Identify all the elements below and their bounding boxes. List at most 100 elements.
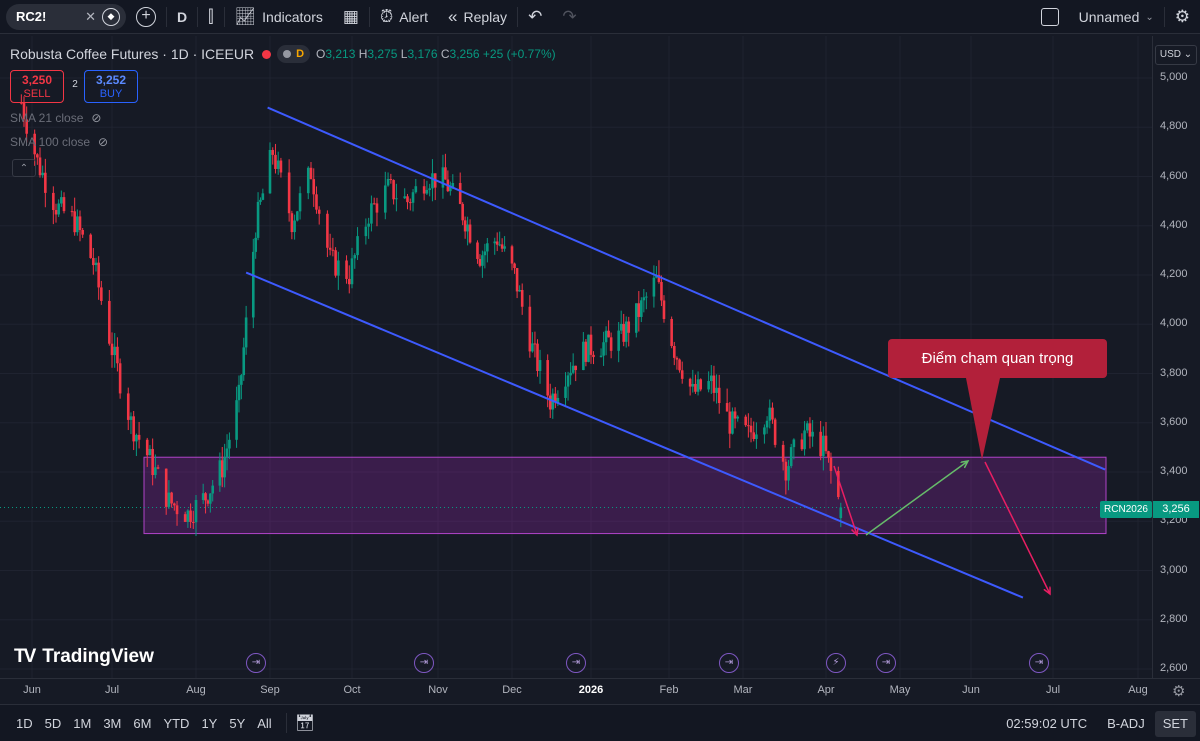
dividend-event-icon[interactable]: ⇥: [1029, 653, 1049, 673]
gem-icon[interactable]: ◆: [102, 7, 120, 26]
candle-body: [290, 213, 294, 233]
calendar-icon[interactable]: 📅︎: [295, 713, 315, 733]
range-button[interactable]: YTD: [157, 716, 195, 731]
candle-body: [518, 290, 521, 292]
candle-body: [503, 246, 506, 249]
candle-body: [312, 179, 316, 195]
range-button[interactable]: 5D: [39, 716, 68, 731]
range-button[interactable]: 1Y: [195, 716, 223, 731]
candle-body: [645, 296, 648, 298]
adjustment-toggle[interactable]: B-ADJ: [1097, 716, 1155, 731]
collapse-legend-button[interactable]: ⌃: [12, 159, 36, 177]
range-button[interactable]: All: [251, 716, 277, 731]
candle-body: [717, 387, 721, 404]
candle-body: [675, 357, 679, 360]
settlement-toggle[interactable]: SET: [1154, 710, 1196, 737]
candle-body: [712, 375, 716, 393]
clock-display[interactable]: 02:59:02 UTC: [996, 716, 1097, 731]
time-tick: Jun: [23, 684, 41, 696]
dividend-event-icon[interactable]: ⇥: [414, 653, 434, 673]
candle-body: [170, 492, 173, 504]
candle-body: [36, 154, 39, 158]
price-tick: 5,000: [1160, 71, 1188, 83]
buy-price: 3,252: [95, 73, 127, 87]
dividend-event-icon[interactable]: ⇥: [566, 653, 586, 673]
indicators-label: Indicators: [262, 8, 323, 25]
quick-search-button[interactable]: ⚙: [1165, 0, 1200, 34]
time-tick: Aug: [186, 684, 206, 696]
candle-body: [640, 300, 643, 317]
candle-body: [755, 434, 758, 439]
alarm-clock-icon: ⏰︎: [379, 6, 394, 26]
replay-button[interactable]: « Replay: [438, 0, 517, 34]
price-axis[interactable]: [1152, 36, 1200, 678]
candle-body: [364, 226, 368, 237]
ohlc-high: 3,275: [367, 47, 398, 61]
candle-body: [92, 258, 95, 266]
candle-body: [126, 393, 130, 420]
chevron-down-icon: ⌄: [1145, 11, 1154, 23]
candle-body: [240, 375, 243, 385]
candle-body: [571, 365, 575, 373]
candle-body: [370, 203, 373, 224]
candle-body: [839, 507, 843, 519]
candle-body: [642, 297, 646, 301]
eye-crossed-icon[interactable]: ⊘: [91, 111, 101, 125]
indicator-sma100[interactable]: SMA 100 close ⊘: [10, 135, 108, 149]
range-button[interactable]: 1M: [67, 716, 97, 731]
callout-note[interactable]: Điểm chạm quan trọng: [888, 339, 1107, 378]
candle-body: [186, 510, 190, 522]
sell-button[interactable]: 3,250 SELL: [10, 70, 64, 103]
candle-body: [293, 220, 296, 233]
candle-body: [89, 234, 92, 259]
time-tick: Mar: [733, 684, 753, 696]
dividend-event-icon[interactable]: ⇥: [719, 653, 739, 673]
currency-button[interactable]: USD ⌄: [1155, 45, 1197, 65]
range-button[interactable]: 6M: [127, 716, 157, 731]
candle-body: [353, 255, 357, 259]
range-button[interactable]: 5Y: [223, 716, 251, 731]
candle-body: [660, 281, 663, 301]
zone-rect: [143, 456, 1107, 535]
compare-button[interactable]: +: [126, 0, 166, 34]
clear-icon[interactable]: ✕: [85, 9, 96, 25]
eye-crossed-icon[interactable]: ⊘: [98, 135, 108, 149]
candle-body: [731, 411, 734, 434]
dividend-event-icon[interactable]: ⇥: [876, 653, 896, 673]
lightning-event-icon[interactable]: ⚡: [826, 653, 846, 673]
redo-button[interactable]: ↷: [552, 0, 586, 34]
candle-body: [201, 493, 205, 501]
chart-type-button[interactable]: ⫿: [198, 0, 223, 34]
candle-body: [334, 250, 337, 276]
candle-body: [624, 321, 628, 342]
time-tick: Feb: [659, 684, 679, 696]
range-button[interactable]: 3M: [97, 716, 127, 731]
candle-body: [395, 198, 398, 200]
templates-button[interactable]: ▦: [333, 0, 369, 34]
candle-body: [493, 241, 497, 244]
undo-button[interactable]: ↶: [518, 0, 552, 34]
gear-icon[interactable]: ⚙: [1172, 682, 1185, 700]
price-tick: 4,000: [1160, 317, 1188, 330]
alert-button[interactable]: ⏰︎ Alert: [370, 0, 438, 34]
layout-button[interactable]: Unnamed ⌄: [1031, 0, 1164, 34]
buy-button[interactable]: 3,252 BUY: [84, 70, 138, 103]
candle-body: [808, 423, 812, 437]
ohlc-values: O3,213 H3,275 L3,176 C3,256 +25 (+0.77%): [316, 47, 556, 61]
candle-body: [113, 346, 117, 356]
candle-body: [76, 216, 79, 233]
interval-button[interactable]: D: [167, 0, 197, 34]
range-button[interactable]: 1D: [10, 716, 39, 731]
candle-body: [156, 467, 160, 469]
candle-body: [569, 372, 572, 376]
dividend-event-icon[interactable]: ⇥: [246, 653, 266, 673]
candle-body: [225, 448, 229, 458]
candle-body: [627, 321, 631, 333]
indicators-button[interactable]: 📈︎ Indicators: [225, 0, 333, 34]
candle-body: [414, 186, 418, 193]
session-pill[interactable]: D: [277, 45, 311, 63]
symbol-search[interactable]: RC2! ✕ ◆: [6, 3, 126, 30]
channel-lower-line: [245, 271, 1024, 599]
indicator-sma21[interactable]: SMA 21 close ⊘: [10, 111, 101, 125]
candle-body: [599, 355, 603, 358]
